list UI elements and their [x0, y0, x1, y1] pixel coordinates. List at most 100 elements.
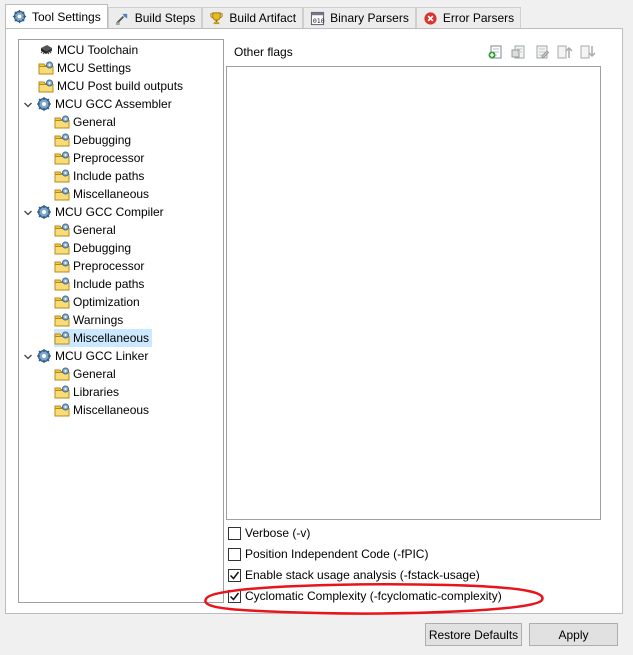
option-checkbox-row[interactable]: Cyclomatic Complexity (-fcyclomatic-comp…: [228, 587, 502, 605]
tree-item-label: MCU GCC Linker: [55, 349, 149, 363]
tree-item[interactable]: MCU Settings: [38, 59, 134, 77]
gear-icon: [12, 9, 27, 24]
tree-item-label: MCU Settings: [57, 61, 132, 75]
checkbox[interactable]: [228, 547, 241, 561]
tab-build-steps[interactable]: Build Steps: [107, 7, 203, 28]
tree-item[interactable]: Optimization: [54, 293, 143, 311]
tab-label: Error Parsers: [442, 11, 515, 25]
apply-button[interactable]: Apply: [529, 623, 618, 646]
other-flags-title: Other flags: [234, 45, 293, 59]
folder-settings-icon: [54, 294, 70, 310]
tab-label: Tool Settings: [32, 9, 101, 24]
chevron-down-icon[interactable]: [23, 351, 33, 361]
tree-item[interactable]: General: [54, 365, 119, 383]
folder-settings-icon: [54, 150, 70, 166]
folder-settings-icon: [54, 186, 70, 202]
tree-item[interactable]: Miscellaneous: [54, 329, 153, 347]
checkbox-label: Cyclomatic Complexity (-fcyclomatic-comp…: [245, 589, 502, 603]
gear-icon: [36, 204, 52, 220]
folder-settings-icon: [38, 78, 54, 94]
folder-settings-icon: [54, 132, 70, 148]
add-icon[interactable]: [487, 43, 505, 61]
folder-settings-icon: [54, 114, 70, 130]
chip-icon: [38, 42, 54, 58]
tree-item-label: General: [73, 115, 116, 129]
tree-item[interactable]: MCU GCC Assembler: [23, 95, 175, 113]
tab-build-artifact[interactable]: Build Artifact: [202, 7, 304, 28]
tree-item-label: MCU Toolchain: [57, 43, 139, 57]
binary-icon: 010: [310, 11, 325, 26]
tree-item[interactable]: General: [54, 221, 119, 239]
tree-item-label: Miscellaneous: [73, 403, 150, 417]
tree-item[interactable]: Warnings: [54, 311, 126, 329]
tree-item-label: Miscellaneous: [73, 331, 150, 345]
tree-item[interactable]: MCU GCC Compiler: [23, 203, 167, 221]
folder-settings-icon: [54, 276, 70, 292]
chevron-down-icon[interactable]: [23, 207, 33, 217]
folder-settings-icon: [54, 330, 70, 346]
add-workspace-icon[interactable]: [510, 43, 528, 61]
gear-icon: [36, 96, 52, 112]
other-flags-list[interactable]: [226, 66, 601, 520]
folder-settings-icon: [54, 258, 70, 274]
tree-item-label: Miscellaneous: [73, 187, 150, 201]
tab-error-parsers[interactable]: Error Parsers: [415, 7, 522, 28]
tree-item[interactable]: Include paths: [54, 275, 147, 293]
tab-label: Binary Parsers: [330, 11, 409, 25]
tree-item-label: Preprocessor: [73, 259, 145, 273]
checkbox-label: Verbose (-v): [245, 526, 311, 540]
tab-label: Build Artifact: [229, 11, 297, 25]
tab-tool-settings[interactable]: Tool Settings: [5, 4, 108, 28]
flags-toolbar: [487, 43, 597, 61]
tab-binary-parsers[interactable]: 010 Binary Parsers: [303, 7, 416, 28]
checkbox[interactable]: [228, 589, 241, 603]
checkbox-label: Enable stack usage analysis (-fstack-usa…: [245, 568, 480, 582]
folder-settings-icon: [54, 312, 70, 328]
move-up-icon[interactable]: [556, 43, 574, 61]
tree-item[interactable]: Include paths: [54, 167, 147, 185]
checkbox[interactable]: [228, 568, 241, 582]
option-checkbox-row[interactable]: Position Independent Code (-fPIC): [228, 545, 428, 563]
tree-item[interactable]: MCU GCC Linker: [23, 347, 151, 365]
option-checkbox-row[interactable]: Verbose (-v): [228, 524, 310, 542]
folder-settings-icon: [54, 222, 70, 238]
tree-item-label: General: [73, 367, 116, 381]
checkbox[interactable]: [228, 526, 241, 540]
restore-defaults-button[interactable]: Restore Defaults: [425, 623, 522, 646]
tree-item-label: MCU GCC Assembler: [55, 97, 172, 111]
folder-settings-icon: [54, 366, 70, 382]
tree-item-label: Warnings: [73, 313, 124, 327]
folder-settings-icon: [54, 240, 70, 256]
tree-item-label: Libraries: [73, 385, 120, 399]
tree-item[interactable]: MCU Toolchain: [38, 41, 141, 59]
svg-text:010: 010: [313, 17, 325, 25]
chevron-down-icon[interactable]: [23, 99, 33, 109]
tree-item-label: MCU Post build outputs: [57, 79, 184, 93]
tree-item[interactable]: Miscellaneous: [54, 185, 152, 203]
tree-item-label: Optimization: [73, 295, 140, 309]
tab-bar: Tool Settings Build Steps Build Artifact…: [5, 4, 522, 28]
edit-icon[interactable]: [533, 43, 551, 61]
tree-item-label: MCU GCC Compiler: [55, 205, 164, 219]
error-icon: [423, 11, 438, 26]
checkbox-label: Position Independent Code (-fPIC): [245, 547, 429, 561]
tree-item-label: General: [73, 223, 116, 237]
gear-icon: [36, 348, 52, 364]
trophy-icon: [209, 11, 224, 26]
folder-settings-icon: [38, 60, 54, 76]
tree-item[interactable]: General: [54, 113, 119, 131]
tree-item[interactable]: Miscellaneous: [54, 401, 152, 419]
tree-item[interactable]: Debugging: [54, 131, 134, 149]
build-steps-icon: [115, 11, 130, 26]
tree-item[interactable]: Debugging: [54, 239, 134, 257]
tree-item[interactable]: Preprocessor: [54, 149, 147, 167]
tree-item-label: Include paths: [73, 277, 145, 291]
move-down-icon[interactable]: [579, 43, 597, 61]
tree-item[interactable]: MCU Post build outputs: [38, 77, 186, 95]
settings-tree: MCU Toolchain MCU Settings MCU Post build …: [18, 39, 224, 603]
option-checkbox-row[interactable]: Enable stack usage analysis (-fstack-usa…: [228, 566, 480, 584]
tree-item[interactable]: Libraries: [54, 383, 122, 401]
tree-item-label: Debugging: [73, 133, 132, 147]
tree-item[interactable]: Preprocessor: [54, 257, 147, 275]
tree-item-label: Include paths: [73, 169, 145, 183]
